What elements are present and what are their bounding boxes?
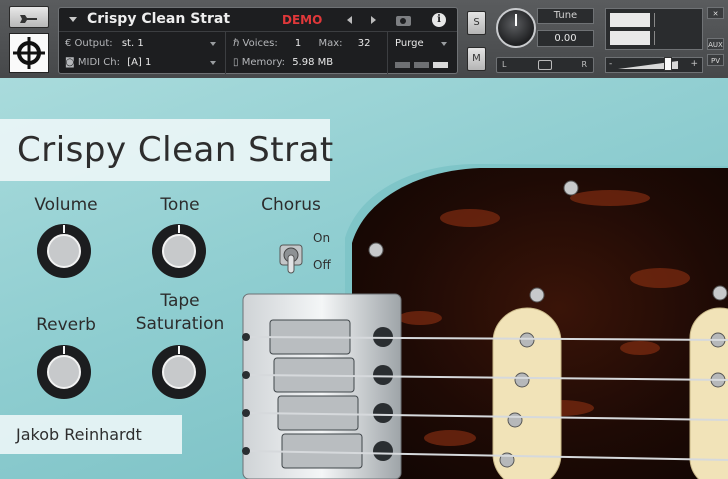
cpu-meter xyxy=(433,62,448,68)
divider xyxy=(387,32,388,74)
right-arrow-icon[interactable] xyxy=(371,16,376,24)
info-icon[interactable]: i xyxy=(432,13,446,27)
wrench-icon xyxy=(20,15,37,23)
memory-icon: ▯ xyxy=(233,57,242,68)
voices-label: Voices: xyxy=(242,38,278,49)
chorus-on-label: On xyxy=(313,231,331,245)
midi-channel-field[interactable]: ◙ MIDI Ch: [A] 1 xyxy=(65,57,151,68)
tune-knob[interactable] xyxy=(496,8,536,48)
solo-button[interactable]: S xyxy=(467,11,486,35)
pv-button[interactable]: PV xyxy=(707,54,724,66)
kontakt-instrument-window: Crispy Clean Strat DEMO i € Output: st. … xyxy=(0,0,728,479)
level-meter-left xyxy=(610,13,650,27)
title-row: Crispy Clean Strat DEMO i xyxy=(59,8,457,32)
voices-value: 1 xyxy=(294,38,302,49)
purge-label: Purge xyxy=(395,38,424,49)
memory-value: 5.98 MB xyxy=(292,57,334,68)
midi-label: MIDI Ch: xyxy=(77,57,120,68)
meter-divider xyxy=(654,31,655,45)
instrument-header: Crispy Clean Strat DEMO i € Output: st. … xyxy=(0,0,728,78)
mute-button[interactable]: M xyxy=(467,47,486,71)
left-arrow-icon[interactable] xyxy=(347,16,352,24)
volume-handle[interactable] xyxy=(664,57,672,71)
output-icon: € xyxy=(65,38,75,49)
voices-icon: ℏ xyxy=(233,38,243,49)
max-value[interactable]: 32 xyxy=(358,38,371,49)
pan-slider[interactable]: L R xyxy=(496,57,594,73)
tune-value[interactable]: 0.00 xyxy=(537,30,594,47)
voices-field: ℏ Voices: 1 Max: 32 xyxy=(233,38,370,49)
demo-badge: DEMO xyxy=(282,13,323,27)
author-name: Jakob Reinhardt xyxy=(16,425,142,444)
purge-button[interactable]: Purge xyxy=(395,38,424,49)
memory-field: ▯ Memory: 5.98 MB xyxy=(233,57,333,68)
cpu-meter xyxy=(414,62,429,68)
divider xyxy=(225,32,226,74)
output-field[interactable]: € Output: st. 1 xyxy=(65,38,144,49)
instrument-info-panel: Crispy Clean Strat DEMO i € Output: st. … xyxy=(58,7,458,74)
volume-plus[interactable]: + xyxy=(690,59,698,69)
tape-saturation-label: Tape Saturation xyxy=(135,291,225,334)
volume-label: Volume xyxy=(34,195,98,215)
max-label: Max: xyxy=(318,38,343,49)
output-dropdown-icon[interactable] xyxy=(210,42,216,46)
instrument-panel: Crispy Clean Strat Volume Tone Chorus Re… xyxy=(0,78,728,479)
logo-icon xyxy=(13,37,45,69)
instrument-name[interactable]: Crispy Clean Strat xyxy=(87,11,230,27)
reverb-label: Reverb xyxy=(36,315,96,335)
collapse-triangle-icon[interactable] xyxy=(69,17,77,22)
volume-knob[interactable] xyxy=(35,222,93,280)
midi-dropdown-icon[interactable] xyxy=(210,61,216,65)
memory-label: Memory: xyxy=(241,57,285,68)
tune-label: Tune xyxy=(537,8,594,24)
chorus-off-label: Off xyxy=(313,258,331,272)
close-icon[interactable]: ✕ xyxy=(707,7,724,19)
volume-minus[interactable]: - xyxy=(609,59,612,69)
pan-right-label: R xyxy=(581,60,587,69)
output-label: Output: xyxy=(74,38,113,49)
midi-icon: ◙ xyxy=(65,57,78,68)
level-meter xyxy=(605,8,703,50)
panel-title: Crispy Clean Strat xyxy=(17,130,334,170)
chorus-label: Chorus xyxy=(261,195,321,215)
volume-slider[interactable]: - + xyxy=(605,57,703,73)
meter-divider xyxy=(654,13,655,27)
camera-icon[interactable] xyxy=(396,16,411,26)
library-logo[interactable] xyxy=(9,33,49,73)
pan-handle[interactable] xyxy=(538,60,552,70)
tone-label: Tone xyxy=(160,195,200,215)
tape-saturation-knob[interactable] xyxy=(150,343,208,401)
tone-knob[interactable] xyxy=(150,222,208,280)
reverb-knob[interactable] xyxy=(35,343,93,401)
level-meter-right xyxy=(610,31,650,45)
chorus-toggle-switch[interactable] xyxy=(276,233,306,275)
purge-dropdown-icon[interactable] xyxy=(441,42,447,46)
midi-value: [A] 1 xyxy=(127,57,152,68)
cpu-meter xyxy=(395,62,410,68)
pan-left-label: L xyxy=(502,60,507,69)
wrench-button[interactable] xyxy=(9,6,49,28)
output-value: st. 1 xyxy=(121,38,144,49)
aux-button[interactable]: AUX xyxy=(707,38,724,50)
